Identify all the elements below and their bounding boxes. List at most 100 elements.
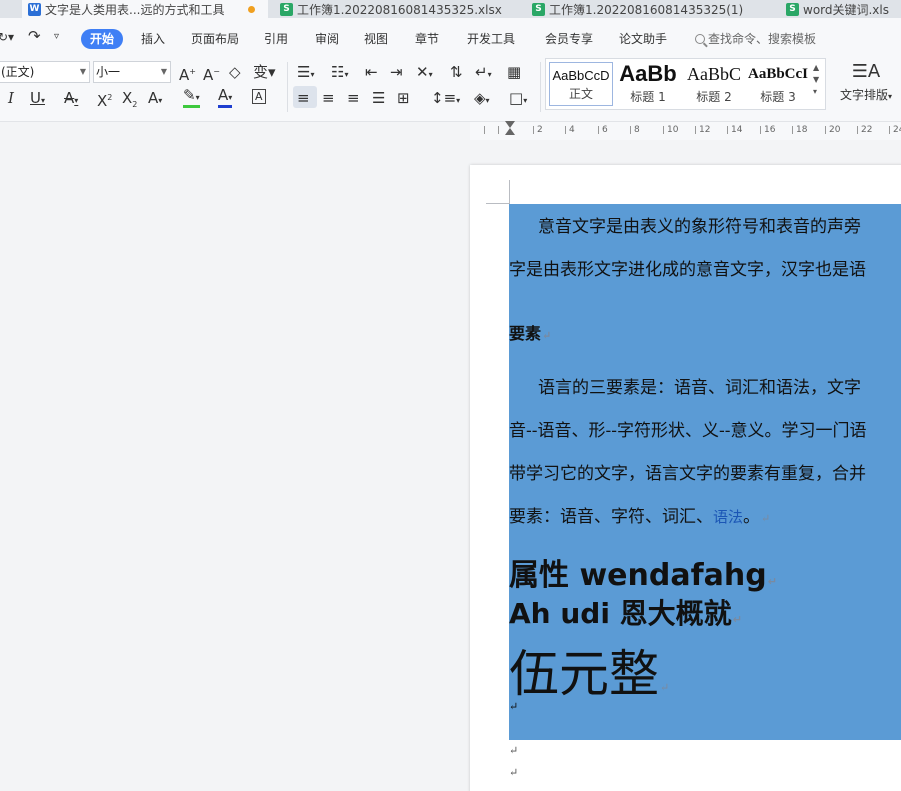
distributed-align-icon[interactable]: ⊞ [397, 89, 410, 107]
tab-workbook-2[interactable]: S 工作簿1.20220816081435325(1) [532, 0, 772, 18]
word-file-icon: W [28, 2, 41, 16]
line-spacing-icon[interactable]: ↕≡▾ [431, 89, 460, 110]
menu-tab-view[interactable]: 视图 [364, 30, 388, 47]
tab-label: 工作簿1.20220816081435325.xlsx [297, 2, 502, 17]
menu-tab-references[interactable]: 引用 [264, 30, 288, 47]
sort-icon[interactable]: ⇅ [450, 63, 463, 81]
tab-document-active[interactable]: W 文字是人类用表...远的方式和工具 [22, 0, 268, 18]
ruler-tick-line [792, 126, 793, 134]
quick-access-more-icon[interactable]: ▿ [54, 31, 59, 42]
increase-indent-icon[interactable]: ⇥ [390, 63, 403, 81]
ruler-tick-line [825, 126, 826, 134]
text-layout-button[interactable]: ☰A 文字排版▾ [840, 62, 892, 103]
tab-keywords-sheet[interactable]: S word关键词.xls [786, 0, 901, 18]
shading-icon[interactable]: ◈▾ [474, 89, 490, 110]
tab-workbook-1[interactable]: S 工作簿1.20220816081435325.xlsx [280, 0, 520, 18]
mixed-text-line[interactable]: Ah udi 恩大概就↵ [509, 592, 742, 632]
menu-tab-insert[interactable]: 插入 [141, 30, 165, 47]
paragraph-mark-icon: ↵ [767, 575, 777, 588]
text-effect-icon[interactable]: A▾ [148, 89, 162, 110]
style-heading-3[interactable]: AaBbCcI 标题 3 [747, 62, 809, 106]
paragraph-mark-icon[interactable]: ↵▾ [475, 63, 492, 84]
numbered-list-icon[interactable]: ☷▾ [331, 63, 348, 84]
clear-format-icon[interactable]: ◇ [229, 63, 241, 81]
body-paragraph-line[interactable]: 带学习它的文字，语言文字的要素有重复，合并 [509, 459, 901, 484]
menu-tab-member[interactable]: 会员专享 [545, 30, 593, 47]
align-center-icon[interactable]: ≡ [322, 89, 335, 107]
paragraph-mark-icon: ↵ [761, 512, 771, 525]
font-size-select[interactable]: 小一 ▼ [93, 61, 171, 83]
strikethrough-icon[interactable]: A▾ [64, 89, 78, 110]
style-preview: AaBb [619, 61, 677, 86]
border-icon[interactable]: □▾ [509, 89, 527, 110]
command-search[interactable]: 查找命令、搜索模板 [695, 30, 816, 47]
ruler-tick-label: 8 [634, 125, 640, 135]
mixed-text: Ah udi 恩大概就 [509, 597, 732, 630]
menu-tab-page-layout[interactable]: 页面布局 [191, 30, 239, 47]
chevron-down-icon: ▼ [79, 67, 86, 76]
style-normal[interactable]: AaBbCcD 正文 [549, 62, 613, 106]
font-name-select[interactable]: (正文) ▼ [0, 61, 90, 83]
style-label: 标题 1 [630, 90, 666, 104]
body-paragraph-line[interactable]: 语言的三要素是：语音、词汇和语法，文字 [509, 373, 901, 398]
menu-tab-home[interactable]: 开始 [81, 29, 124, 49]
body-paragraph-line[interactable]: 意音文字是由表义的象形符号和表音的声旁 [509, 212, 901, 237]
hanging-indent-marker[interactable] [505, 128, 515, 135]
align-left-icon[interactable]: ≡ [297, 89, 310, 107]
ruler-tick-line [498, 126, 499, 134]
empty-paragraph-mark[interactable]: ↵ [509, 766, 518, 779]
style-heading-1[interactable]: AaBb 标题 1 [616, 62, 680, 106]
body-paragraph-line[interactable]: 音--语音、形--字符形状、义--意义。学习一门语 [509, 416, 901, 441]
menu-tab-review[interactable]: 审阅 [315, 30, 339, 47]
chinese-layout-icon[interactable]: ✕▾ [416, 63, 433, 84]
underline-icon[interactable]: U▾ [30, 89, 45, 110]
ruler-tick-line [484, 126, 485, 134]
italic-icon[interactable]: I [8, 89, 14, 107]
sheet-file-icon: S [532, 2, 545, 16]
menu-tab-paper-assistant[interactable]: 论文助手 [619, 30, 667, 47]
shrink-font-icon[interactable]: A− [203, 63, 220, 84]
first-line-indent-marker[interactable] [505, 121, 515, 128]
phonetic-guide-icon[interactable]: 变▾ [253, 63, 276, 81]
menu-tab-developer[interactable]: 开发工具 [467, 30, 515, 47]
tab-label: word关键词.xls [803, 2, 889, 17]
redo-circle-icon[interactable]: ↻▾ [0, 30, 14, 44]
body-paragraph-line[interactable]: 字是由表形文字进化成的意音文字，汉字也是语 [509, 255, 901, 280]
ruler-tick-line [857, 126, 858, 134]
decrease-indent-icon[interactable]: ⇤ [365, 63, 378, 81]
attribute-line[interactable]: 属性 wendafahg↵ [509, 550, 777, 594]
align-right-icon[interactable]: ≡ [347, 89, 360, 107]
menu-tab-section[interactable]: 章节 [415, 30, 439, 47]
character-border-icon[interactable]: A [252, 89, 266, 104]
bullet-list-icon[interactable]: ☰▾ [297, 63, 314, 84]
style-gallery-scroll[interactable]: ▲ ▼ ▾ [813, 62, 819, 98]
ribbon-divider [287, 62, 288, 112]
subscript-icon[interactable]: X2 [122, 89, 137, 114]
style-heading-2[interactable]: AaBbC 标题 2 [681, 62, 747, 106]
justify-icon[interactable]: ☰ [372, 89, 385, 107]
highlight-color-icon[interactable]: ✎▾ [183, 88, 200, 108]
font-size-value: 小一 [96, 65, 121, 79]
body-text: 。 [743, 507, 761, 527]
redo-icon[interactable]: ↷ [28, 27, 41, 45]
hyperlink[interactable]: 语法 [713, 508, 743, 526]
ruler-tick-label: 18 [796, 125, 808, 135]
ruler-tick-label: 14 [731, 125, 743, 135]
table-icon[interactable]: ▦ [507, 63, 521, 81]
large-amount-line[interactable]: 伍元整↵ [509, 634, 669, 706]
style-preview: AaBbCcI [747, 66, 808, 82]
style-label: 标题 2 [696, 90, 732, 104]
section-heading[interactable]: 要素↵ [509, 320, 551, 344]
body-paragraph-line[interactable]: 要素：语音、字符、词汇、语法。↵ [509, 502, 901, 527]
paragraph-mark-icon: ↵ [732, 613, 742, 626]
command-search-label: 查找命令、搜索模板 [708, 32, 817, 46]
font-color-icon[interactable]: A▾ [218, 88, 233, 108]
empty-paragraph-mark[interactable]: ↵ [509, 700, 518, 713]
ruler-tick-line [727, 126, 728, 134]
ruler-tick-line [889, 126, 890, 134]
grow-font-icon[interactable]: A+ [179, 63, 196, 84]
margin-corner-mark [509, 180, 510, 204]
empty-paragraph-mark[interactable]: ↵ [509, 744, 518, 757]
superscript-icon[interactable]: X2 [97, 89, 112, 110]
attribute-text: 属性 wendafahg [509, 558, 767, 593]
